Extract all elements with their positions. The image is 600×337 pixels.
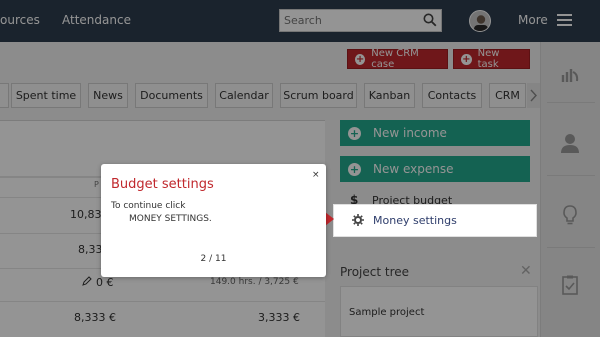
popup-instruction-target: MONEY SETTINGS. [129,214,212,224]
popup-title: Budget settings [111,177,214,192]
popup-instruction: To continue click [111,201,186,211]
tour-pointer-arrow [325,212,334,226]
tour-popup: Budget settings × To continue click MONE… [101,164,326,277]
popup-step-counter: 2 / 11 [200,254,227,264]
money-settings-label: Money settings [373,214,457,227]
gear-icon [352,214,364,229]
money-settings-link[interactable]: Money settings [333,204,537,237]
popup-close-icon[interactable]: × [312,170,320,180]
